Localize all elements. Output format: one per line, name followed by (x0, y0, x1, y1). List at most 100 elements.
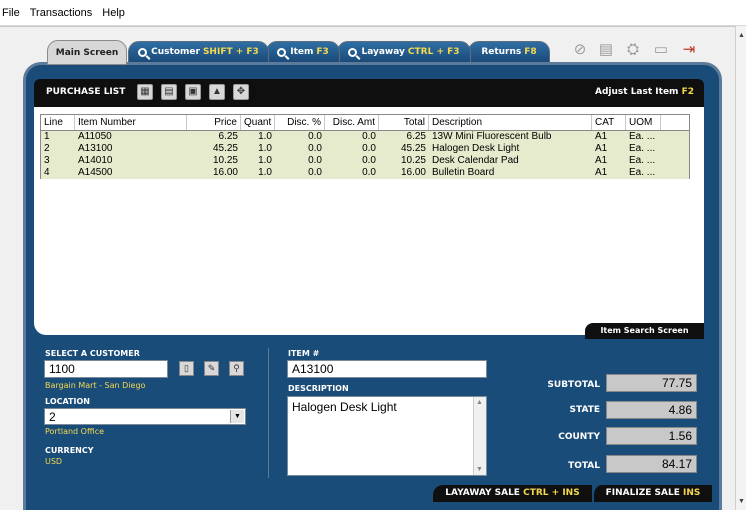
print-icon[interactable]: ▦ (137, 84, 153, 100)
table-cell: Halogen Desk Light (432, 143, 520, 154)
state-tax-label: STATE (569, 405, 600, 415)
clipboard-icon[interactable]: ▣ (185, 84, 201, 100)
tab-layaway[interactable]: Layaway CTRL + F3 (337, 41, 471, 63)
tab-customer-label: Customer (151, 47, 200, 57)
edit-icon[interactable]: ✎ (204, 361, 219, 376)
currency-value: USD (45, 457, 63, 466)
scroll-down-icon[interactable]: ▼ (476, 466, 483, 473)
window-scrollbar[interactable]: ▲ ▼ (735, 26, 746, 510)
table-row[interactable]: 2 A13100 45.25 1.0 0.0 0.0 45.25 Halogen Desk L… (41, 143, 689, 155)
description-label: DESCRIPTION (288, 384, 349, 393)
search-icon (348, 47, 358, 57)
table-row[interactable]: 1 A11050 6.25 1.0 0.0 0.0 6.25 13W Mini Fluores… (41, 131, 689, 143)
table-cell: A11050 (78, 131, 112, 142)
col-header[interactable]: Total (379, 115, 429, 130)
divider (268, 348, 269, 478)
scale-icon[interactable]: ▲ (209, 84, 225, 100)
tab-main-label: Main Screen (55, 47, 119, 58)
description-textarea[interactable]: Halogen Desk Light ▲ ▼ (287, 396, 487, 476)
col-header[interactable]: CAT (592, 115, 626, 130)
search-icon[interactable]: ⚲ (229, 361, 244, 376)
table-cell: 0.0 (308, 167, 322, 178)
register-icon[interactable]: ▭ (651, 40, 671, 60)
purchase-list-header: PURCHASE LIST ▦ ▤ ▣ ▲ ✥ Adjust Last Item… (34, 79, 704, 107)
table-cell: A1 (595, 155, 608, 166)
location-value: 2 (49, 410, 56, 424)
user-icon[interactable]: ⛭ (623, 40, 643, 60)
table-cell: 4 (44, 167, 50, 178)
description-scrollbar[interactable]: ▲ ▼ (473, 397, 486, 475)
item-number-input[interactable]: A13100 (287, 360, 487, 378)
table-cell: 0.0 (362, 131, 376, 142)
menu-help[interactable]: Help (102, 7, 125, 19)
tab-customer[interactable]: Customer SHIFT + F3 (128, 41, 269, 63)
receipt-icon[interactable]: ▤ (596, 40, 616, 60)
col-header[interactable]: Line (41, 115, 75, 130)
col-header[interactable]: Item Number (75, 115, 187, 130)
tab-item-label: Item (290, 47, 314, 57)
scroll-up-icon[interactable]: ▲ (738, 32, 745, 40)
finalize-sale-button[interactable]: FINALIZE SALE INS (592, 485, 712, 502)
table-cell: 10.25 (212, 155, 238, 166)
table-cell: 1.0 (258, 155, 272, 166)
col-header[interactable]: Disc. Amt (325, 115, 379, 130)
table-cell: 3 (44, 155, 50, 166)
table-cell: 6.25 (406, 131, 426, 142)
table-cell: 1.0 (258, 143, 272, 154)
table-cell: 2 (44, 143, 50, 154)
menu-file[interactable]: File (2, 7, 20, 19)
table-cell: Bulletin Board (432, 167, 495, 178)
location-select[interactable]: 2 ▼ (44, 408, 246, 425)
subtotal-label: SUBTOTAL (547, 380, 600, 390)
tab-main-screen[interactable]: Main Screen (47, 40, 127, 65)
customer-name: Bargain Mart - San Diego (45, 381, 146, 390)
customer-input[interactable]: 1100 (44, 360, 168, 378)
col-header[interactable]: Description (429, 115, 592, 130)
table-cell: 1.0 (258, 131, 272, 142)
subtotal-value: 77.75 (606, 374, 697, 392)
table-cell: A1 (595, 167, 608, 178)
col-header[interactable]: Price (187, 115, 241, 130)
purchase-list-grid[interactable]: Line Item Number Price Quant Disc. % Dis… (40, 114, 690, 179)
item-search-screen-tab[interactable]: Item Search Screen (585, 323, 704, 339)
tab-item-hotkey: F3 (316, 47, 329, 57)
adjust-hotkey: F2 (681, 87, 694, 97)
tab-returns-hotkey: F8 (524, 47, 537, 57)
table-row[interactable]: 4 A14500 16.00 1.0 0.0 0.0 16.00 Bulletin Board… (41, 167, 689, 179)
tab-layaway-hotkey: CTRL + F3 (407, 47, 460, 57)
table-cell: A13100 (78, 143, 113, 154)
table-cell: 6.25 (218, 131, 238, 142)
table-cell: 0.0 (308, 131, 322, 142)
search-icon (277, 47, 287, 57)
tab-item[interactable]: Item F3 (266, 41, 340, 63)
location-name: Portland Office (45, 427, 105, 436)
col-header[interactable]: Disc. % (275, 115, 325, 130)
scroll-up-icon[interactable]: ▲ (476, 399, 483, 406)
move-icon[interactable]: ✥ (233, 84, 249, 100)
adjust-last-item[interactable]: Adjust Last Item F2 (595, 87, 694, 97)
exit-icon[interactable]: ⇥ (679, 40, 699, 60)
tab-returns[interactable]: Returns F8 (468, 41, 550, 63)
table-row[interactable]: 3 A14010 10.25 1.0 0.0 0.0 10.25 Desk Calendar … (41, 155, 689, 167)
col-header[interactable]: Quant (241, 115, 275, 130)
layaway-sale-button[interactable]: LAYAWAY SALE CTRL + INS (433, 485, 592, 502)
table-cell: 45.25 (212, 143, 238, 154)
table-cell: A14010 (78, 155, 113, 166)
menu-transactions[interactable]: Transactions (30, 7, 93, 19)
total-label: TOTAL (568, 461, 600, 471)
pos-window: File Transactions Help ▲ ▼ Returns F8 La… (0, 0, 746, 510)
scroll-down-icon[interactable]: ▼ (738, 498, 745, 506)
chevron-down-icon[interactable]: ▼ (230, 410, 244, 423)
document-icon[interactable]: ▤ (161, 84, 177, 100)
col-header[interactable]: UOM (626, 115, 661, 130)
tab-returns-label: Returns (481, 47, 522, 57)
tab-customer-hotkey: SHIFT + F3 (202, 47, 259, 57)
table-cell: 0.0 (308, 143, 322, 154)
void-icon[interactable]: ⊘ (570, 40, 590, 60)
table-cell: 10.25 (400, 155, 426, 166)
item-number-label: ITEM # (288, 349, 320, 358)
new-customer-icon[interactable]: ▯ (179, 361, 194, 376)
purchase-list-area: Line Item Number Price Quant Disc. % Dis… (34, 107, 704, 335)
county-tax-label: COUNTY (558, 432, 600, 442)
menu-bar: File Transactions Help (0, 0, 746, 26)
